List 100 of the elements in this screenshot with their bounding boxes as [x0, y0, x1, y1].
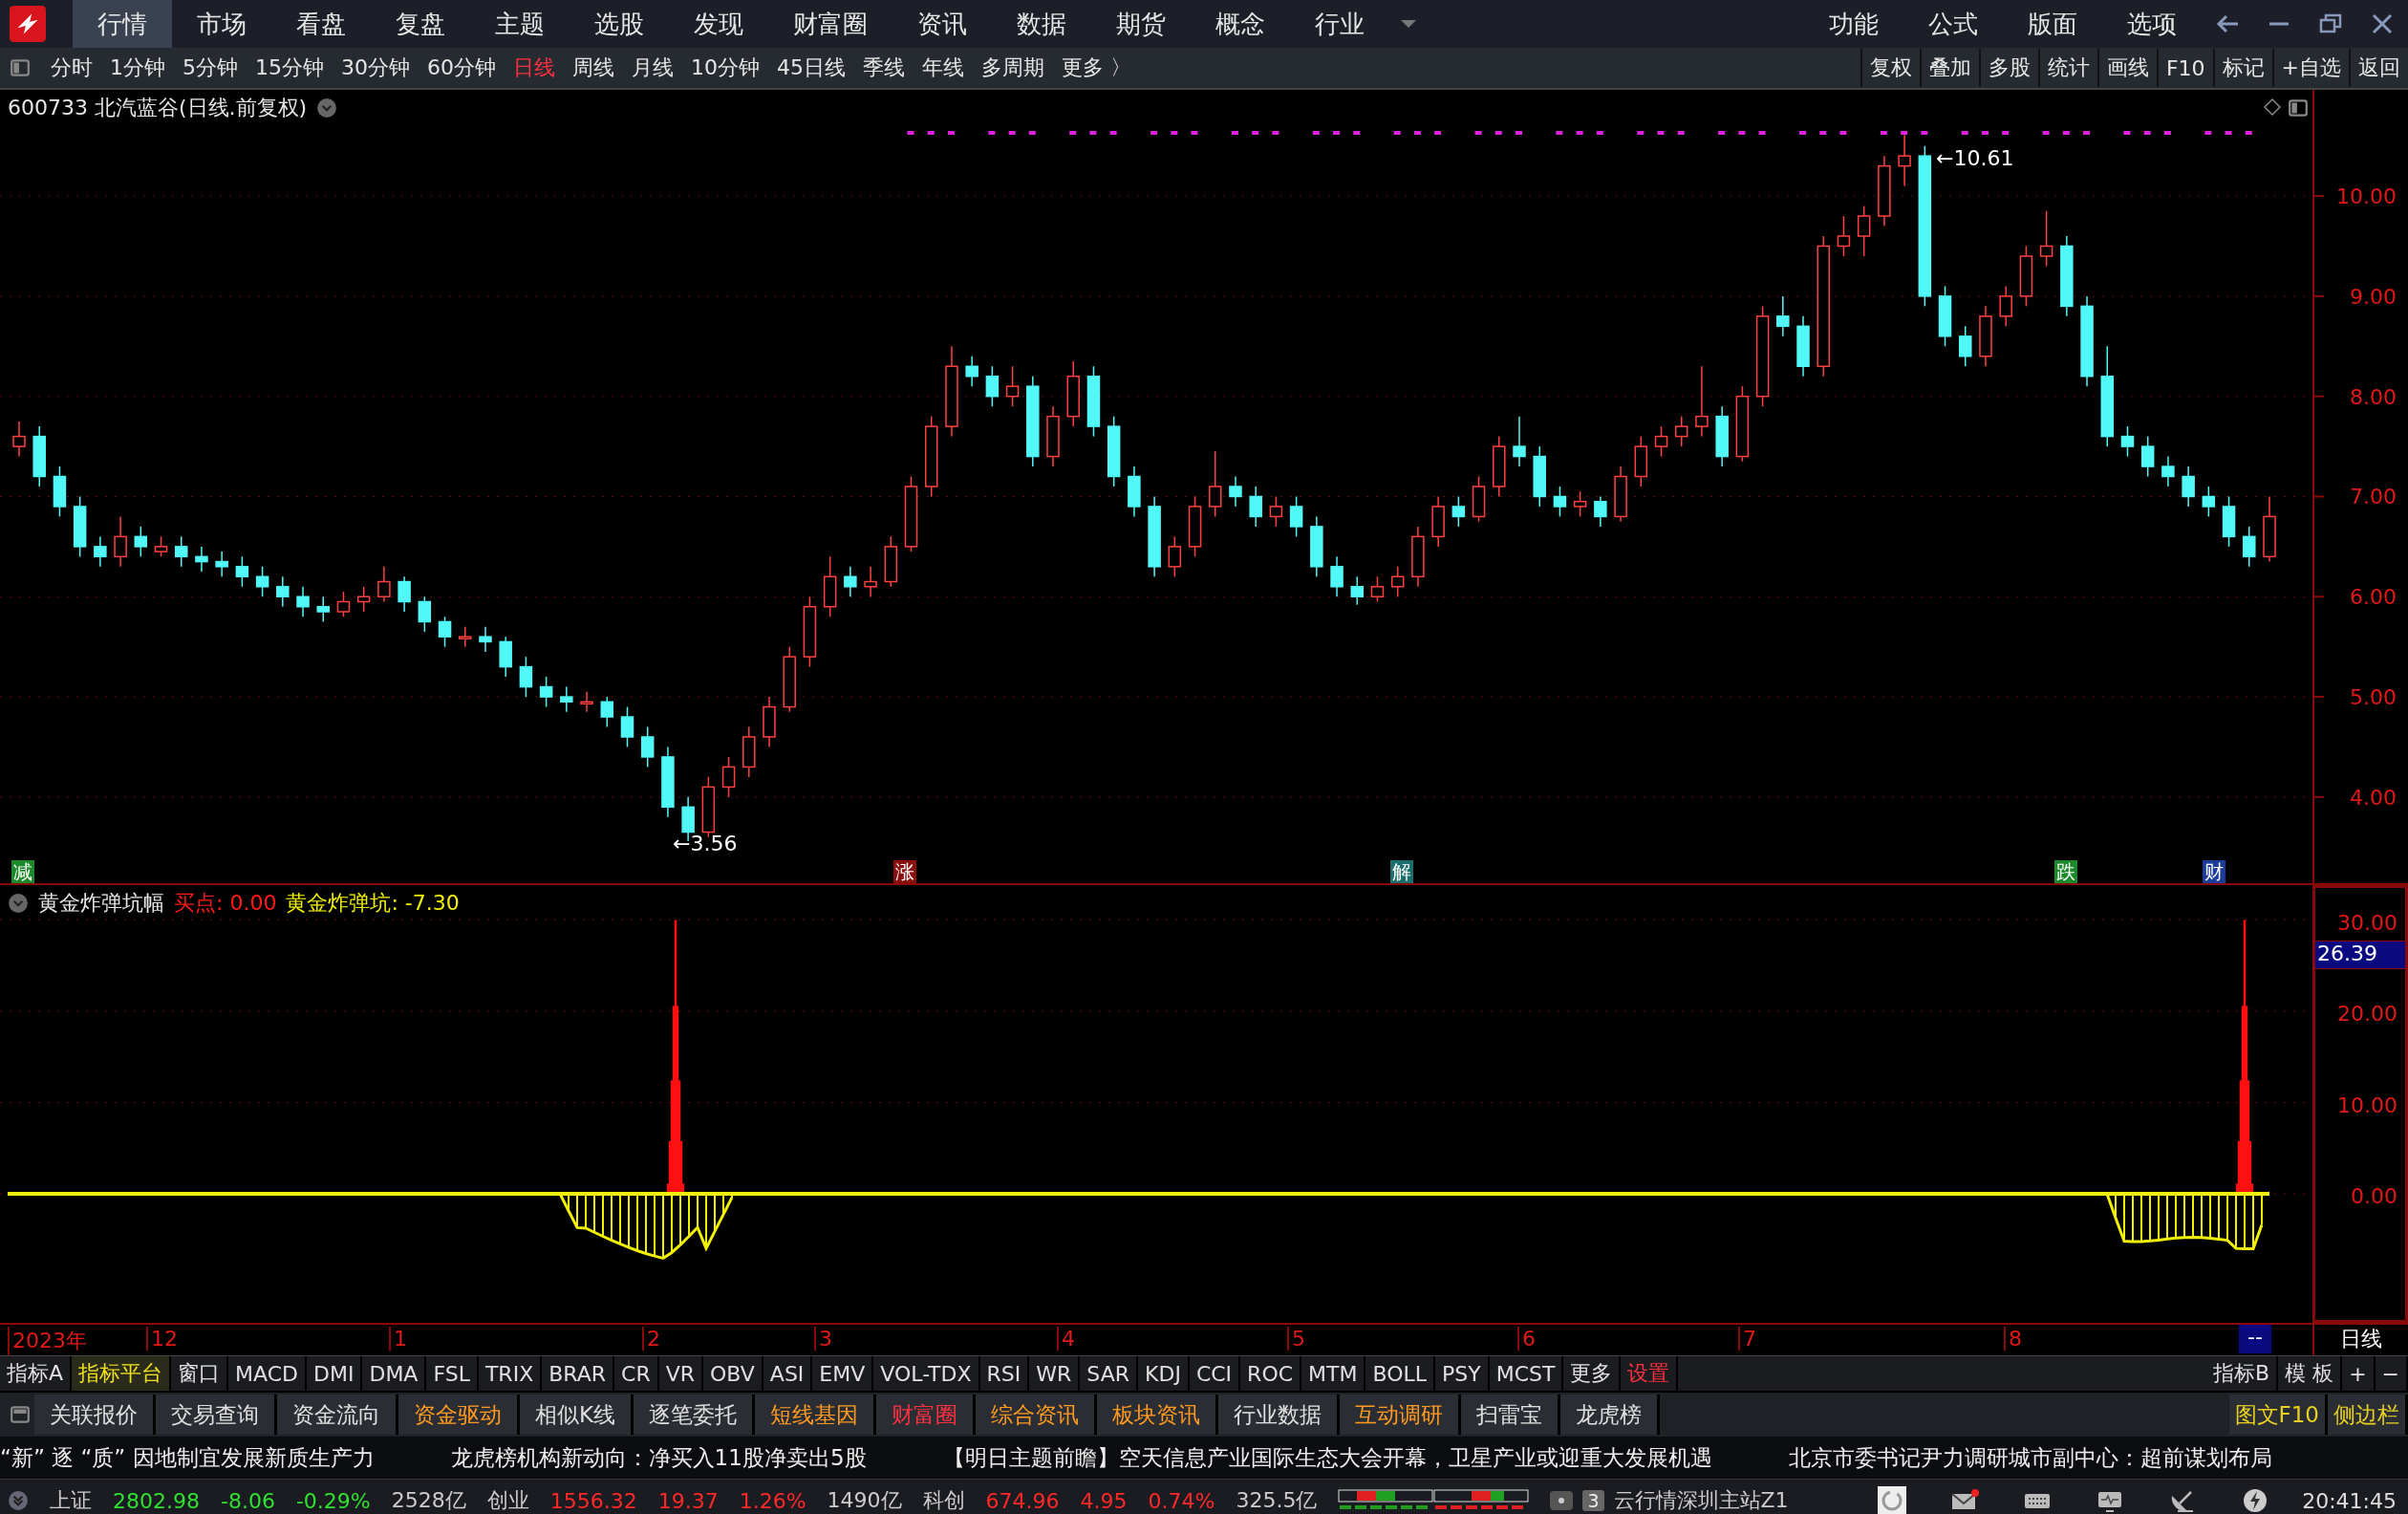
- menu-tab[interactable]: 发现: [669, 0, 768, 48]
- news-headline[interactable]: 北京市委书记尹力调研城市副中心：超前谋划布局: [1788, 1442, 2272, 1473]
- menu-tab[interactable]: 资讯: [892, 0, 992, 48]
- period-tab[interactable]: 10分钟: [682, 54, 768, 82]
- index-name: 上证: [50, 1487, 92, 1514]
- function-button[interactable]: 关联报价: [34, 1395, 156, 1435]
- dropdown-icon[interactable]: [316, 97, 338, 119]
- candlestick: [276, 575, 290, 608]
- panel-toggle-icon[interactable]: [2288, 97, 2309, 119]
- indicator-tick: 20.00: [2337, 1002, 2397, 1026]
- menu-tab[interactable]: 看盘: [271, 0, 371, 48]
- collapse-icon[interactable]: [8, 893, 29, 914]
- period-tab[interactable]: 分时: [42, 54, 101, 82]
- menu-tab[interactable]: 期货: [1091, 0, 1191, 48]
- event-badge[interactable]: 涨: [893, 860, 916, 883]
- period-tab[interactable]: 45日线: [768, 54, 854, 82]
- period-tab[interactable]: 更多 〉: [1053, 54, 1140, 82]
- function-button[interactable]: 资金流向: [277, 1395, 398, 1435]
- news-headline[interactable]: “新” 逐 “质” 因地制宜发展新质生产力: [0, 1442, 375, 1473]
- candlestick: [580, 691, 593, 713]
- news-headline[interactable]: 龙虎榜机构新动向：净买入11股净卖出5股: [450, 1442, 867, 1473]
- date-label: 4: [1057, 1327, 1075, 1351]
- cursor-date-label: --: [2239, 1325, 2271, 1353]
- menu-item[interactable]: 选项: [2102, 0, 2202, 48]
- candlestick: [1229, 475, 1242, 508]
- menu-item[interactable]: 公式: [1903, 0, 2003, 48]
- candlestick: [1796, 315, 1810, 378]
- function-button[interactable]: 相似K线: [520, 1395, 634, 1435]
- menu-tab[interactable]: 概念: [1191, 0, 1290, 48]
- candlestick: [255, 566, 269, 598]
- event-badge[interactable]: 跌: [2054, 860, 2077, 883]
- period-tab[interactable]: 60分钟: [419, 54, 505, 82]
- function-button[interactable]: 扫雷宝: [1461, 1395, 1561, 1435]
- function-button[interactable]: 财富圈: [876, 1395, 977, 1435]
- function-button[interactable]: 互动调研: [1340, 1395, 1462, 1435]
- event-badge[interactable]: 财: [2203, 860, 2225, 883]
- period-tab[interactable]: 多周期: [973, 54, 1053, 82]
- candlestick: [2202, 486, 2216, 518]
- index-turnover: 1490亿: [827, 1487, 902, 1514]
- index-turnover: 325.5亿: [1236, 1487, 1318, 1514]
- period-tab[interactable]: 周线: [564, 54, 623, 82]
- function-button[interactable]: 板块资讯: [1097, 1395, 1219, 1435]
- period-tab[interactable]: 年线: [914, 54, 973, 82]
- candlestick: [1005, 365, 1020, 407]
- diamond-icon[interactable]: [2263, 97, 2282, 117]
- broadcast-icon[interactable]: [1550, 1491, 1574, 1510]
- event-badge[interactable]: 解: [1390, 860, 1413, 883]
- app-logo-icon[interactable]: [10, 6, 46, 42]
- candlestick: [1472, 475, 1486, 523]
- period-tab[interactable]: 月线: [623, 54, 682, 82]
- signal-mark: [927, 131, 935, 135]
- expand-icon[interactable]: [8, 1490, 29, 1511]
- index-value: 1556.32: [549, 1488, 637, 1513]
- candlestick: [356, 586, 371, 613]
- menu-item[interactable]: 版面: [2003, 0, 2102, 48]
- candlestick: [844, 566, 857, 598]
- candlestick: [1573, 490, 1587, 518]
- menu-tab[interactable]: 行业: [1290, 0, 1389, 48]
- period-tab[interactable]: 日线: [505, 54, 564, 82]
- date-label: 6: [1517, 1327, 1536, 1351]
- news-headline[interactable]: 【明日主题前瞻】空天信息产业国际生态大会开幕，卫星产业或迎重大发展机遇: [942, 1442, 1712, 1473]
- candlestick: [1614, 465, 1627, 523]
- candlestick: [1675, 415, 1688, 447]
- function-button[interactable]: 侧边栏: [2328, 1395, 2408, 1435]
- menu-item[interactable]: 功能: [1804, 0, 1903, 48]
- function-button[interactable]: 龙虎榜: [1560, 1395, 1661, 1435]
- signal-mark: [1576, 131, 1583, 135]
- menu-tab[interactable]: 选股: [570, 0, 669, 48]
- period-tab[interactable]: 季线: [854, 54, 914, 82]
- period-tab[interactable]: 15分钟: [247, 54, 333, 82]
- candlestick: [823, 555, 837, 617]
- function-button[interactable]: 逐笔委托: [634, 1395, 756, 1435]
- panel-toggle-icon[interactable]: [10, 1404, 31, 1425]
- refresh-icon[interactable]: [1878, 1486, 1907, 1514]
- menu-tab[interactable]: 财富圈: [768, 0, 892, 48]
- candlestick: [539, 676, 553, 708]
- function-button[interactable]: 图文F10: [2228, 1395, 2328, 1435]
- event-badge[interactable]: 减: [11, 860, 34, 883]
- period-tab[interactable]: 5分钟: [174, 54, 247, 82]
- indicator-tab[interactable]: 指标平台: [72, 1356, 172, 1391]
- function-button[interactable]: 短线基因: [755, 1395, 877, 1435]
- menu-tab[interactable]: 复盘: [371, 0, 470, 48]
- period-tab[interactable]: 30分钟: [333, 54, 419, 82]
- menu-tab[interactable]: 主题: [470, 0, 570, 48]
- menu-tab[interactable]: 市场: [172, 0, 271, 48]
- signal-mark: [2002, 131, 2010, 135]
- indicator-name: 黄金炸弹坑幅: [38, 890, 164, 917]
- menu-tab[interactable]: 行情: [73, 0, 172, 48]
- function-button[interactable]: 行业数据: [1218, 1395, 1341, 1435]
- period-tab[interactable]: 1分钟: [101, 54, 174, 82]
- function-button[interactable]: 交易查询: [156, 1395, 277, 1435]
- price-tick: 8.00: [2350, 384, 2397, 409]
- function-button[interactable]: 资金驱动: [398, 1395, 520, 1435]
- panel-toggle-icon[interactable]: [10, 57, 31, 78]
- dropdown-caret-icon[interactable]: [1399, 18, 1418, 30]
- server-name[interactable]: 云行情深圳主站Z1: [1613, 1486, 1789, 1514]
- function-button[interactable]: 综合资讯: [976, 1395, 1098, 1435]
- menu-tab[interactable]: 数据: [992, 0, 1091, 48]
- clock-time: 20:41:45: [2302, 1488, 2397, 1513]
- date-label: 2: [642, 1327, 660, 1351]
